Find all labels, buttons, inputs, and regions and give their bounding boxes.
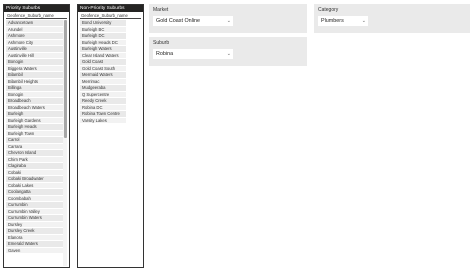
chevron-down-icon[interactable]: ⌄ xyxy=(362,16,366,26)
market-dropdown[interactable]: Gold Coast Online ⌄ xyxy=(153,16,233,26)
chevron-down-icon[interactable]: ⌄ xyxy=(227,16,231,26)
suburb-label: Suburb xyxy=(153,40,170,46)
suburb-slicer: Suburb Robina ⌄ xyxy=(149,37,307,66)
market-value: Gold Coast Online xyxy=(156,18,201,24)
priority-scrollbar[interactable] xyxy=(63,20,67,266)
priority-list-body: Advancetown Arundel Ashmore Ashmore City Aus… xyxy=(6,20,67,266)
list-item[interactable]: Varsity Lakes xyxy=(80,117,126,124)
priority-suburbs-table: Priority Suburbs Geofence_Suburb_name Ad… xyxy=(3,4,70,268)
nonpriority-list-body: Bond University Burleigh BC Burleigh DC Bur… xyxy=(80,20,141,266)
suburb-value: Robina xyxy=(156,51,174,57)
suburb-dropdown[interactable]: Robina ⌄ xyxy=(153,49,233,59)
chevron-down-icon[interactable]: ⌄ xyxy=(227,49,231,59)
priority-column-header[interactable]: Geofence_Suburb_name xyxy=(6,13,67,19)
nonpriority-suburbs-title: Non-Priority Suburbs xyxy=(78,5,143,12)
priority-scroll-thumb[interactable] xyxy=(63,20,67,138)
nonpriority-rows: Bond University Burleigh BC Burleigh DC Bur… xyxy=(80,20,138,124)
category-value: Plumbers xyxy=(321,18,344,24)
priority-suburbs-title: Priority Suburbs xyxy=(4,5,69,12)
nonpriority-column-header[interactable]: Geofence_Suburb_name xyxy=(80,13,141,19)
market-label: Market xyxy=(153,7,169,13)
market-slicer: Market Gold Coast Online ⌄ xyxy=(149,4,307,33)
category-slicer: Category Plumbers ⌄ xyxy=(314,4,470,33)
priority-rows: Advancetown Arundel Ashmore Ashmore City Aus… xyxy=(6,20,64,254)
category-dropdown[interactable]: Plumbers ⌄ xyxy=(318,16,368,26)
list-item[interactable]: Gaven xyxy=(6,247,64,254)
nonpriority-suburbs-table: Non-Priority Suburbs Geofence_Suburb_nam… xyxy=(77,4,144,268)
category-label: Category xyxy=(318,7,339,13)
